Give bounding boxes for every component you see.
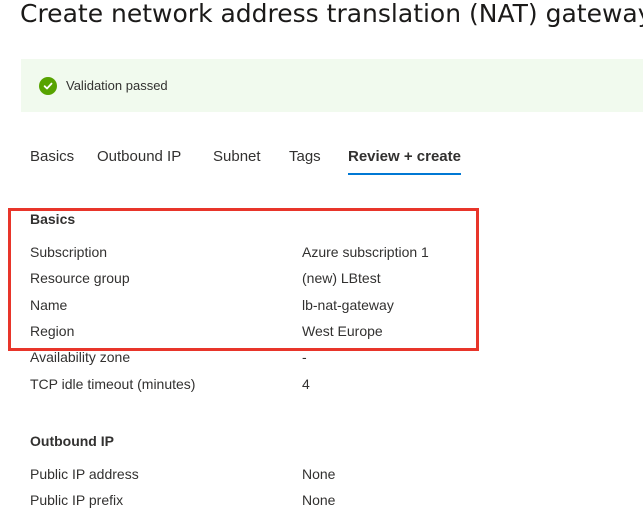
tab-tags[interactable]: Tags: [289, 147, 321, 167]
summary-label: TCP idle timeout (minutes): [30, 376, 196, 392]
summary-value: None: [302, 466, 336, 482]
tab-outbound-ip[interactable]: Outbound IP: [97, 147, 181, 167]
outbound-ip-section-heading: Outbound IP: [30, 433, 114, 449]
tab-subnet[interactable]: Subnet: [213, 147, 261, 167]
summary-row-availability-zone: Availability zone -: [30, 347, 630, 367]
summary-value: Azure subscription 1: [302, 244, 429, 260]
summary-row-public-ip-address: Public IP address None: [30, 464, 630, 484]
summary-value: -: [302, 349, 307, 365]
summary-value: (new) LBtest: [302, 270, 381, 286]
summary-label: Name: [30, 297, 68, 313]
checkmark-circle-icon: [39, 76, 57, 95]
summary-label: Region: [30, 323, 75, 339]
summary-row-resource-group: Resource group (new) LBtest: [30, 268, 630, 288]
tab-review-create-label: Review + create: [348, 148, 461, 165]
summary-row-subscription: Subscription Azure subscription 1: [30, 242, 630, 262]
summary-row-name: Name lb-nat-gateway: [30, 295, 630, 315]
summary-value: West Europe: [302, 323, 383, 339]
summary-value: lb-nat-gateway: [302, 297, 394, 313]
validation-message: Validation passed: [66, 78, 168, 93]
summary-value: 4: [302, 376, 310, 392]
summary-label: Public IP prefix: [30, 492, 124, 508]
summary-row-tcp-idle-timeout: TCP idle timeout (minutes) 4: [30, 374, 630, 394]
active-tab-indicator: [348, 173, 461, 175]
validation-banner: Validation passed: [21, 59, 643, 112]
summary-row-public-ip-prefix: Public IP prefix None: [30, 490, 630, 510]
basics-section-heading: Basics: [30, 211, 76, 227]
summary-label: Subscription: [30, 244, 108, 260]
tab-review-create[interactable]: Review + create: [348, 147, 461, 175]
summary-row-region: Region West Europe: [30, 321, 630, 341]
tab-basics[interactable]: Basics: [30, 147, 74, 167]
summary-label: Resource group: [30, 270, 130, 286]
summary-value: None: [302, 492, 336, 508]
summary-label: Availability zone: [30, 349, 131, 365]
page-title: Create network address translation (NAT)…: [20, 0, 643, 28]
summary-label: Public IP address: [30, 466, 139, 482]
